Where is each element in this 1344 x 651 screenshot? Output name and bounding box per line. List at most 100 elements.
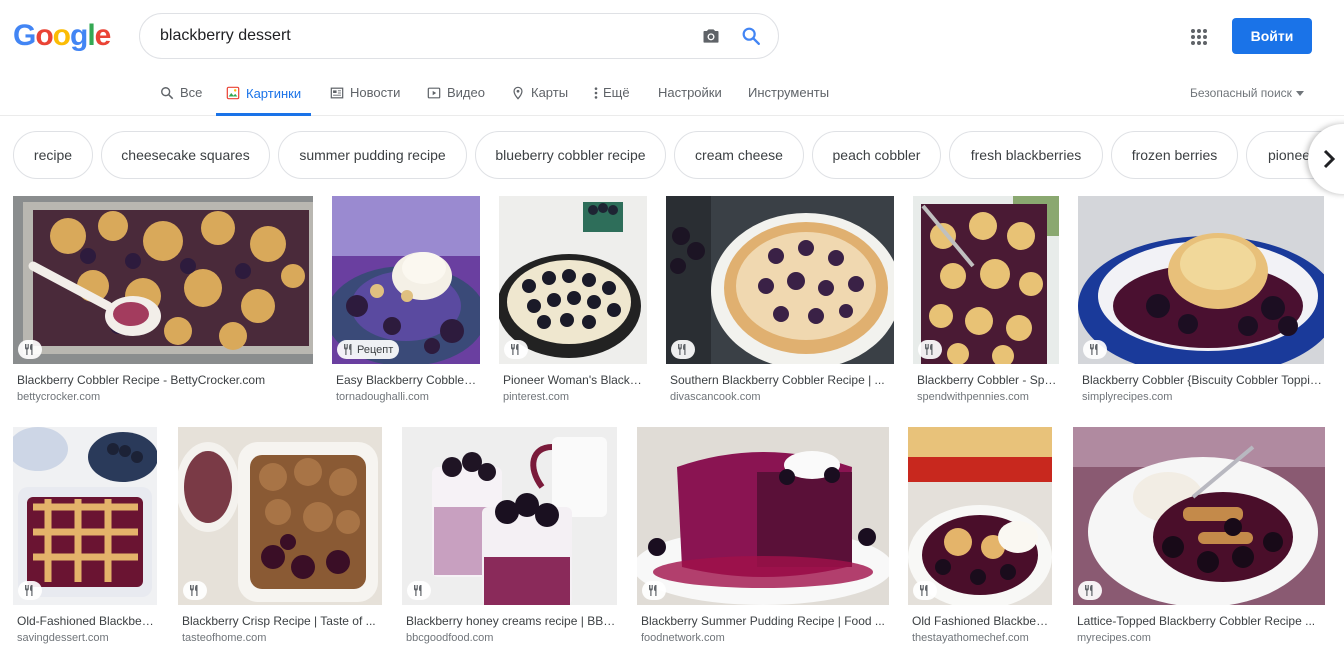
result-thumbnail[interactable] bbox=[499, 196, 647, 364]
fork-knife-icon bbox=[920, 585, 928, 596]
chip-label: cream cheese bbox=[695, 147, 783, 163]
recipe-badge bbox=[1078, 581, 1102, 600]
result-title[interactable]: Easy Blackberry Cobbler ... bbox=[336, 373, 480, 387]
result-source[interactable]: myrecipes.com bbox=[1077, 632, 1325, 644]
result-thumbnail[interactable]: Рецепт bbox=[332, 196, 480, 364]
fork-knife-icon bbox=[1085, 585, 1093, 596]
apps-icon[interactable] bbox=[1190, 28, 1208, 46]
recipe-badge bbox=[504, 340, 528, 359]
image-result[interactable]: Blackberry Cobbler Recipe - BettyCrocker… bbox=[13, 196, 313, 406]
result-source[interactable]: bbcgoodfood.com bbox=[406, 632, 617, 644]
result-title[interactable]: Blackberry Summer Pudding Recipe | Food … bbox=[641, 614, 889, 628]
chip-frozen-berries[interactable]: frozen berries bbox=[1111, 131, 1238, 179]
safe-search-dropdown[interactable]: Безопасный поиск bbox=[1190, 86, 1304, 100]
tab-label: Настройки bbox=[658, 85, 722, 100]
tab-all[interactable]: Все bbox=[160, 70, 202, 115]
search-input[interactable] bbox=[160, 24, 680, 48]
image-result[interactable]: Southern Blackberry Cobbler Recipe | ...… bbox=[666, 196, 894, 406]
recipe-badge bbox=[407, 581, 431, 600]
result-thumbnail[interactable] bbox=[13, 196, 313, 364]
result-thumbnail[interactable] bbox=[913, 196, 1059, 364]
image-result[interactable]: Blackberry Summer Pudding Recipe | Food … bbox=[637, 427, 889, 647]
tab-images[interactable]: Картинки bbox=[216, 70, 312, 116]
result-source[interactable]: tasteofhome.com bbox=[182, 632, 382, 644]
chip-peach-cobbler[interactable]: peach cobbler bbox=[812, 131, 941, 179]
fork-knife-icon bbox=[25, 344, 33, 355]
recipe-badge bbox=[642, 581, 666, 600]
recipe-badge bbox=[918, 340, 942, 359]
search-icon[interactable] bbox=[740, 25, 762, 47]
fork-knife-icon bbox=[414, 585, 422, 596]
camera-icon[interactable] bbox=[700, 26, 722, 46]
image-result[interactable]: Рецепт Easy Blackberry Cobbler ... torna… bbox=[332, 196, 480, 406]
result-source[interactable]: pinterest.com bbox=[503, 391, 647, 403]
image-result[interactable]: Blackberry Cobbler - Spend ... spendwith… bbox=[913, 196, 1059, 406]
chip-fresh-blackberries[interactable]: fresh blackberries bbox=[949, 131, 1103, 179]
tab-settings[interactable]: Настройки bbox=[658, 70, 722, 115]
fork-knife-icon bbox=[25, 585, 33, 596]
image-result[interactable]: Blackberry Crisp Recipe | Taste of ... t… bbox=[178, 427, 382, 647]
image-result[interactable]: Lattice-Topped Blackberry Cobbler Recipe… bbox=[1073, 427, 1325, 647]
image-result[interactable]: Blackberry Cobbler {Biscuity Cobbler Top… bbox=[1078, 196, 1324, 406]
result-source[interactable]: savingdessert.com bbox=[17, 632, 157, 644]
result-source[interactable]: divascancook.com bbox=[670, 391, 894, 403]
result-thumbnail[interactable] bbox=[908, 427, 1052, 605]
result-source[interactable]: thestayathomechef.com bbox=[912, 632, 1052, 644]
result-thumbnail[interactable] bbox=[666, 196, 894, 364]
chip-label: summer pudding recipe bbox=[299, 147, 446, 163]
recipe-badge bbox=[913, 581, 937, 600]
result-thumbnail[interactable] bbox=[1078, 196, 1324, 364]
result-title[interactable]: Blackberry Cobbler {Biscuity Cobbler Top… bbox=[1082, 373, 1324, 387]
tab-news[interactable]: Новости bbox=[330, 70, 400, 115]
fork-knife-icon bbox=[1090, 344, 1098, 355]
result-source[interactable]: tornadoughalli.com bbox=[336, 391, 480, 403]
result-thumbnail[interactable] bbox=[637, 427, 889, 605]
google-logo[interactable]: Google bbox=[13, 19, 111, 53]
result-thumbnail[interactable] bbox=[178, 427, 382, 605]
news-icon bbox=[330, 87, 344, 98]
result-title[interactable]: Blackberry Crisp Recipe | Taste of ... bbox=[182, 614, 382, 628]
tab-more[interactable]: Ещё bbox=[593, 70, 630, 115]
result-source[interactable]: simplyrecipes.com bbox=[1082, 391, 1324, 403]
image-result[interactable]: Pioneer Woman's Blackberry ... pinterest… bbox=[499, 196, 647, 406]
fork-knife-icon bbox=[511, 344, 519, 355]
map-pin-icon bbox=[513, 86, 523, 100]
chip-blueberry-cobbler-recipe[interactable]: blueberry cobbler recipe bbox=[475, 131, 666, 179]
result-title[interactable]: Blackberry Cobbler Recipe - BettyCrocker… bbox=[17, 373, 313, 387]
fork-knife-icon bbox=[649, 585, 657, 596]
fork-knife-icon bbox=[678, 344, 686, 355]
result-title[interactable]: Blackberry Cobbler - Spend ... bbox=[917, 373, 1059, 387]
tab-label: Видео bbox=[447, 85, 485, 100]
result-title[interactable]: Old Fashioned Blackberry ... bbox=[912, 614, 1052, 628]
sign-in-button[interactable]: Войти bbox=[1232, 18, 1312, 54]
chevron-right-icon bbox=[1323, 149, 1336, 169]
result-title[interactable]: Old-Fashioned Blackberry ... bbox=[17, 614, 157, 628]
result-thumbnail[interactable] bbox=[1073, 427, 1325, 605]
chip-summer-pudding-recipe[interactable]: summer pudding recipe bbox=[278, 131, 467, 179]
result-thumbnail[interactable] bbox=[402, 427, 617, 605]
image-icon bbox=[226, 86, 240, 100]
chip-cream-cheese[interactable]: cream cheese bbox=[674, 131, 804, 179]
result-title[interactable]: Southern Blackberry Cobbler Recipe | ... bbox=[670, 373, 894, 387]
chip-recipe[interactable]: recipe bbox=[13, 131, 93, 179]
result-title[interactable]: Blackberry honey creams recipe | BBC ... bbox=[406, 614, 617, 628]
result-title[interactable]: Pioneer Woman's Blackberry ... bbox=[503, 373, 647, 387]
tab-tools[interactable]: Инструменты bbox=[748, 70, 829, 115]
result-source[interactable]: spendwithpennies.com bbox=[917, 391, 1059, 403]
result-source[interactable]: foodnetwork.com bbox=[641, 632, 889, 644]
recipe-badge: Рецепт bbox=[337, 340, 400, 359]
image-result[interactable]: Old-Fashioned Blackberry ... savingdesse… bbox=[13, 427, 157, 647]
tab-label: Картинки bbox=[246, 85, 302, 101]
tab-videos[interactable]: Видео bbox=[427, 70, 485, 115]
chip-label: frozen berries bbox=[1131, 147, 1218, 163]
fork-knife-icon bbox=[925, 344, 933, 355]
chip-cheesecake-squares[interactable]: cheesecake squares bbox=[101, 131, 270, 179]
image-result[interactable]: Blackberry honey creams recipe | BBC ...… bbox=[402, 427, 617, 647]
result-source[interactable]: bettycrocker.com bbox=[17, 391, 313, 403]
caret-down-icon bbox=[1295, 91, 1304, 97]
chip-label: peach cobbler bbox=[832, 147, 921, 163]
result-title[interactable]: Lattice-Topped Blackberry Cobbler Recipe… bbox=[1077, 614, 1325, 628]
result-thumbnail[interactable] bbox=[13, 427, 157, 605]
tab-maps[interactable]: Карты bbox=[511, 70, 568, 115]
image-result[interactable]: Old Fashioned Blackberry ... thestayatho… bbox=[908, 427, 1052, 647]
